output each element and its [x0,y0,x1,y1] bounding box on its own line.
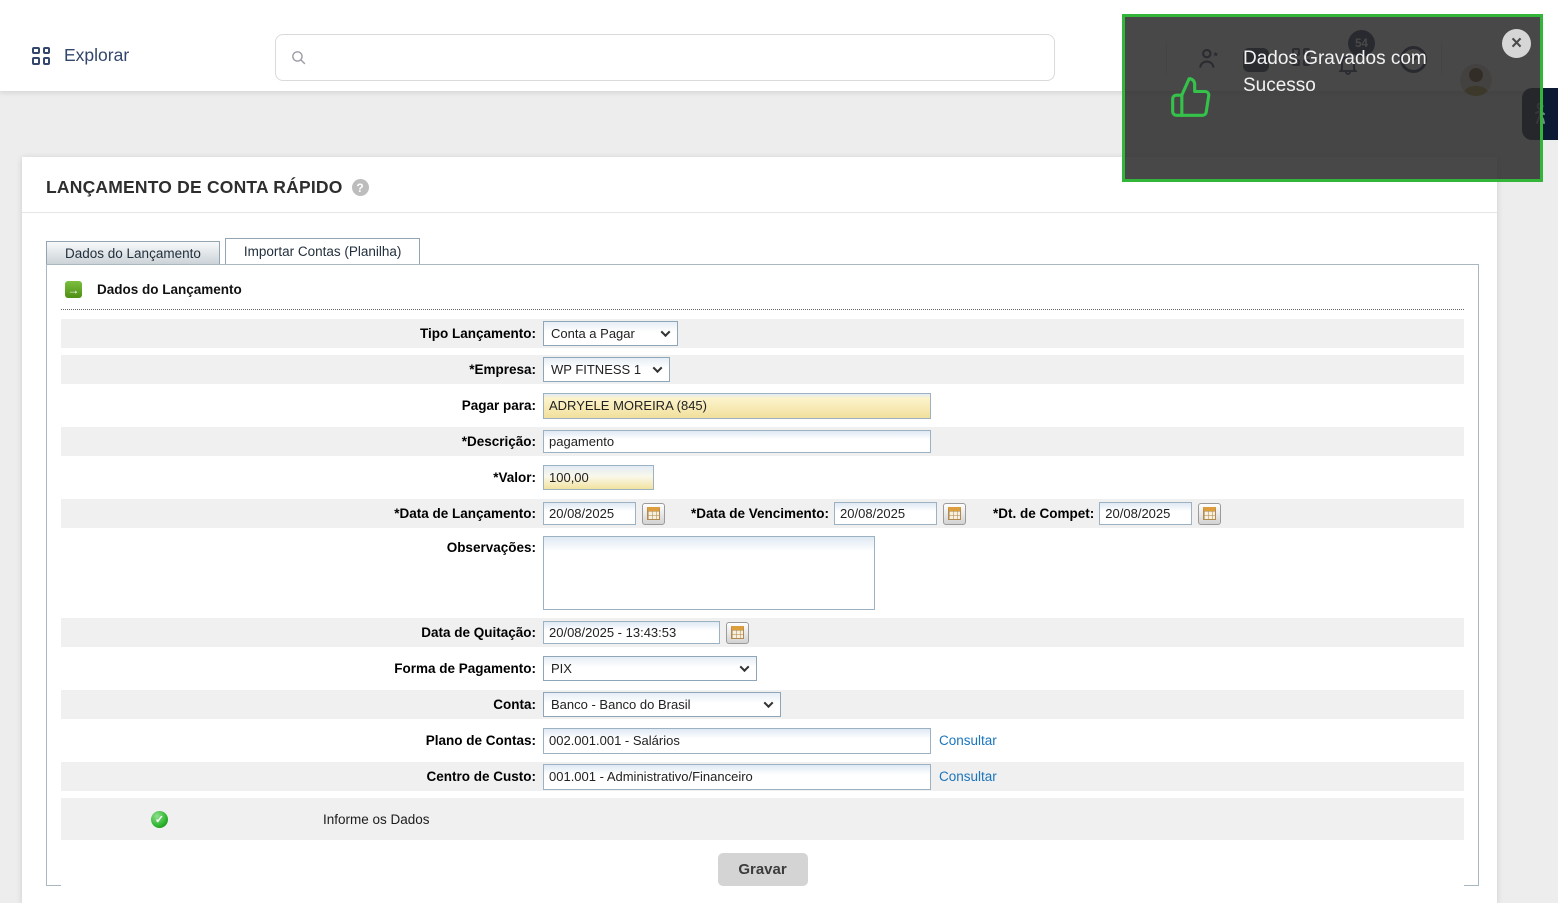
gravar-button[interactable]: Gravar [717,853,808,886]
tipo-lancamento-value: Conta a Pagar [551,326,635,341]
row-forma-pagamento: Forma de Pagamento: PIX [61,654,1464,683]
page-title: LANÇAMENTO DE CONTA RÁPIDO [46,177,343,197]
valor-input[interactable] [543,465,654,490]
thumbs-up-icon [1169,75,1213,119]
forma-pagamento-label: Forma de Pagamento: [394,661,536,676]
success-check-icon: ✓ [151,810,168,828]
apps-grid-icon [32,46,50,65]
dt-compet-calendar-button[interactable] [1198,502,1222,525]
row-plano-contas: Plano de Contas: Consultar [61,726,1464,755]
chevron-down-icon [660,327,671,338]
empresa-label: *Empresa: [469,362,536,377]
toast-message: Dados Gravados com Sucesso [1243,48,1427,96]
row-pagar-para: Pagar para: [61,391,1464,420]
observacoes-textarea[interactable] [543,536,875,610]
calendar-icon [647,507,660,520]
status-message: Informe os Dados [323,811,430,827]
conta-label: Conta: [493,697,536,712]
chevron-down-icon [763,698,774,709]
success-toast: Dados Gravados com Sucesso × [1122,14,1543,182]
data-lancamento-calendar-button[interactable] [642,502,665,525]
row-tipo-lancamento: Tipo Lançamento: Conta a Pagar [61,319,1464,348]
toast-close-icon[interactable]: × [1502,29,1531,58]
row-centro-custo: Centro de Custo: Consultar [61,762,1464,791]
content-card: LANÇAMENTO DE CONTA RÁPIDO ? Dados do La… [22,157,1497,903]
row-observacoes: Observações: [61,535,1464,611]
descricao-input[interactable] [543,430,931,453]
row-valor: *Valor: [61,463,1464,492]
row-conta: Conta: Banco - Banco do Brasil [61,690,1464,719]
row-data-quitacao: Data de Quitação: [61,618,1464,647]
observacoes-label: Observações: [446,540,536,555]
calendar-icon [731,626,744,639]
plano-contas-consultar-link[interactable]: Consultar [939,733,997,748]
data-vencimento-label: *Data de Vencimento: [691,506,830,521]
row-empresa: *Empresa: WP FITNESS 1 [61,355,1464,384]
data-quitacao-calendar-button[interactable] [726,621,749,644]
data-vencimento-input[interactable] [834,502,938,525]
dotted-divider [61,309,1464,310]
centro-custo-input[interactable] [543,763,931,790]
title-help-icon[interactable]: ? [351,179,369,196]
tab-importar-contas-planilha[interactable]: Importar Contas (Planilha) [224,238,421,264]
data-vencimento-calendar-button[interactable] [943,502,967,525]
explore-menu-button[interactable]: Explorar [32,45,129,66]
conta-select[interactable]: Banco - Banco do Brasil [543,692,781,717]
chevron-down-icon [739,662,750,673]
forma-pagamento-value: PIX [551,661,572,676]
search-icon [290,49,307,66]
data-lancamento-input[interactable] [543,502,636,525]
data-quitacao-label: Data de Quitação: [421,625,536,640]
section-header: → Dados do Lançamento [61,273,1464,309]
section-title: Dados do Lançamento [97,282,242,297]
empresa-select[interactable]: WP FITNESS 1 [543,357,670,382]
dt-compet-input[interactable] [1099,502,1193,525]
global-search[interactable] [275,34,1055,81]
tab-dados-do-lancamento[interactable]: Dados do Lançamento [46,241,220,264]
explore-label: Explorar [64,45,130,65]
data-quitacao-input[interactable] [543,621,720,644]
plano-contas-input[interactable] [543,727,931,754]
row-descricao: *Descrição: [61,427,1464,456]
chevron-down-icon [652,363,663,374]
form-tabs: Dados do Lançamento Importar Contas (Pla… [46,238,1497,264]
pagar-para-input[interactable] [543,392,931,419]
valor-label: *Valor: [493,470,536,485]
row-status: ✓ Informe os Dados [61,798,1464,840]
pagar-para-label: Pagar para: [461,398,536,413]
plano-contas-label: Plano de Contas: [425,733,536,748]
forma-pagamento-select[interactable]: PIX [543,656,757,681]
row-datas: *Data de Lançamento: *Data de Vencimento… [61,499,1464,528]
centro-custo-label: Centro de Custo: [426,769,537,784]
empresa-value: WP FITNESS 1 [551,362,642,377]
centro-custo-consultar-link[interactable]: Consultar [939,769,997,784]
row-submit: Gravar [61,853,1464,886]
form-panel: → Dados do Lançamento Tipo Lançamento: C… [46,264,1479,886]
search-input[interactable] [317,49,1040,66]
tipo-lancamento-select[interactable]: Conta a Pagar [543,321,678,346]
section-arrow-icon: → [65,281,82,298]
calendar-icon [948,507,962,520]
calendar-icon [1203,507,1217,520]
data-lancamento-label: *Data de Lançamento: [394,506,536,521]
descricao-label: *Descrição: [461,434,536,449]
dt-compet-label: *Dt. de Compet: [993,506,1095,521]
tipo-lancamento-label: Tipo Lançamento: [419,326,536,341]
conta-value: Banco - Banco do Brasil [551,697,691,712]
